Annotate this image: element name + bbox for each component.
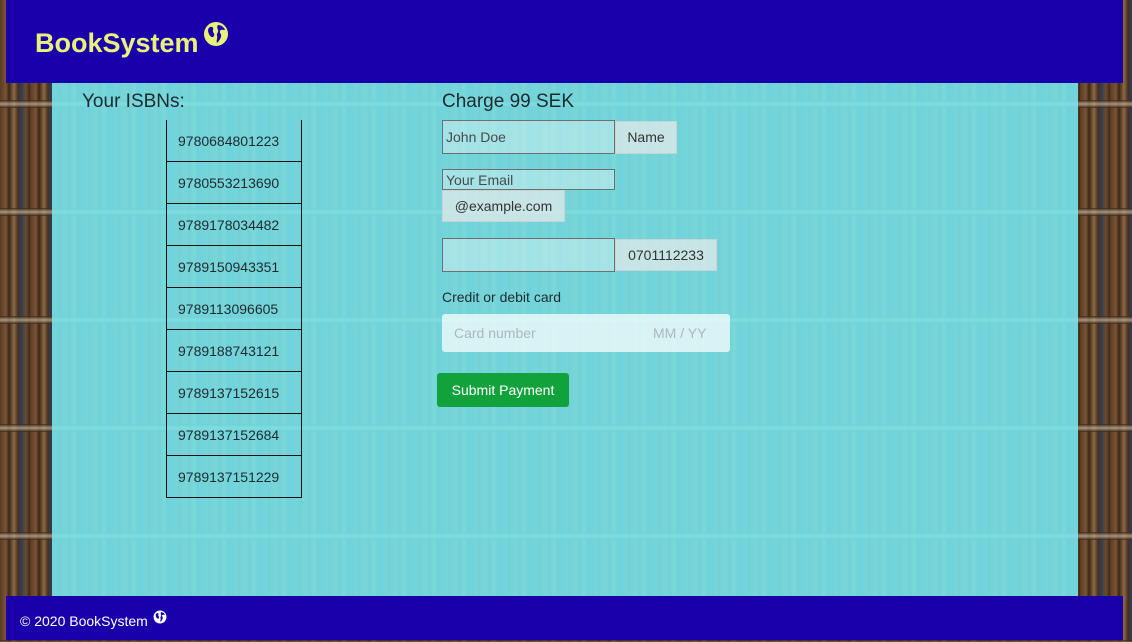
phone-addon: 0701112233 — [615, 239, 717, 271]
charge-heading: Charge 99 SEK — [442, 91, 575, 112]
name-addon: Name — [615, 121, 677, 154]
brand-logo[interactable]: BookSystem — [35, 22, 229, 59]
isbn-item: 9780684801223 — [178, 133, 280, 149]
globe-icon — [153, 610, 167, 627]
isbn-item: 9789137152615 — [167, 371, 301, 413]
globe-icon — [203, 21, 229, 54]
email-input[interactable] — [442, 169, 615, 190]
card-label: Credit or debit card — [442, 289, 562, 305]
submit-payment-button[interactable]: Submit Payment — [437, 373, 569, 407]
card-element[interactable]: Card number MM / YY — [442, 314, 730, 352]
isbn-item: 9789178034482 — [167, 203, 301, 245]
card-expiry-field[interactable]: MM / YY — [653, 325, 706, 341]
footer: © 2020 BookSystem — [6, 596, 1123, 640]
isbn-item: 9789137151229 — [167, 455, 301, 497]
main-panel: Your ISBNs: 9780684801223 9780553213690 … — [52, 83, 1078, 596]
isbn-heading: Your ISBNs: — [82, 91, 185, 112]
isbn-item: 9789113096605 — [167, 287, 301, 329]
footer-copyright: © 2020 BookSystem — [20, 613, 148, 629]
isbn-item: 9780553213690 — [167, 161, 301, 203]
isbn-list: 9780684801223 9780553213690 978917803448… — [166, 120, 302, 498]
brand-name: BookSystem — [35, 28, 199, 58]
isbn-item: 9789137152684 — [167, 413, 301, 455]
card-number-field[interactable]: Card number — [454, 325, 536, 341]
isbn-item: 9789150943351 — [167, 245, 301, 287]
isbn-item: 9789188743121 — [167, 329, 301, 371]
top-navbar: BookSystem — [6, 0, 1123, 83]
name-input[interactable] — [442, 120, 615, 154]
phone-input[interactable] — [442, 238, 615, 272]
email-addon: @example.com — [442, 190, 565, 222]
